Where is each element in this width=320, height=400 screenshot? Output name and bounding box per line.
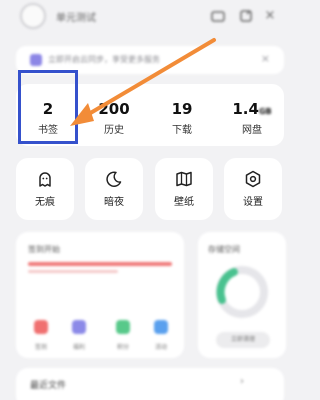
banner-close-icon[interactable]: × xyxy=(261,52,270,65)
username[interactable]: 单元测试 xyxy=(56,9,96,24)
stat-label: 网盘 xyxy=(242,125,262,136)
progress-bar-secondary xyxy=(28,270,118,273)
stat-history[interactable]: 200 历史 xyxy=(82,84,146,146)
message-icon[interactable] xyxy=(210,8,226,24)
card-title: 存储空间 xyxy=(208,245,240,254)
tool-settings[interactable]: 设置 xyxy=(224,158,282,220)
stat-cloud-drive[interactable]: 1.4GB 网盘 xyxy=(220,84,284,146)
highlight-box xyxy=(18,70,78,144)
tool-wallpaper[interactable]: 壁纸 xyxy=(155,158,213,220)
clean-button[interactable]: 立即清理 xyxy=(216,332,270,348)
tool-label: 无痕 xyxy=(35,197,55,208)
stat-value: 1.4GB xyxy=(232,100,272,118)
gift-icon[interactable] xyxy=(72,320,86,334)
checkin-card[interactable]: 签到开始 签到 福利 积分 活动 xyxy=(16,232,184,358)
mini-label: 活动 xyxy=(154,344,167,351)
mini-label: 福利 xyxy=(72,344,85,351)
stat-value: 200 xyxy=(98,100,130,118)
hexagon-gear-icon xyxy=(245,170,261,188)
card-title: 签到开始 xyxy=(28,245,60,254)
stat-label: 历史 xyxy=(104,125,124,136)
tool-label: 设置 xyxy=(243,197,263,208)
cloud-icon xyxy=(30,54,42,66)
progress-bar xyxy=(28,262,172,266)
points-icon[interactable] xyxy=(116,320,130,334)
header-bar: 单元测试 × xyxy=(0,0,300,34)
edit-icon[interactable] xyxy=(238,8,254,24)
tool-dark-mode[interactable]: 暗夜 xyxy=(85,158,143,220)
avatar[interactable] xyxy=(20,3,46,29)
tool-incognito[interactable]: 无痕 xyxy=(16,158,74,220)
map-book-icon xyxy=(176,171,192,187)
mini-label: 积分 xyxy=(116,344,129,351)
banner-text: 立即开启云同步，享受更多服务 xyxy=(48,55,160,64)
mini-label: 签到 xyxy=(34,344,47,351)
tool-label: 暗夜 xyxy=(104,197,124,208)
tool-label: 壁纸 xyxy=(174,197,194,208)
storage-gauge xyxy=(216,266,268,318)
event-icon[interactable] xyxy=(154,320,168,334)
recent-files-card[interactable]: 最近文件 › xyxy=(16,368,284,400)
close-icon[interactable]: × xyxy=(262,8,278,24)
moon-icon xyxy=(106,171,122,187)
stat-value: 19 xyxy=(171,100,193,118)
chevron-right-icon[interactable]: › xyxy=(240,376,244,387)
checkin-icon[interactable] xyxy=(34,320,48,334)
storage-card[interactable]: 存储空间 立即清理 xyxy=(198,232,286,358)
ghost-icon xyxy=(39,172,51,187)
stat-label: 下载 xyxy=(172,125,192,136)
stat-downloads[interactable]: 19 下载 xyxy=(150,84,214,146)
card-title: 最近文件 xyxy=(30,381,67,391)
